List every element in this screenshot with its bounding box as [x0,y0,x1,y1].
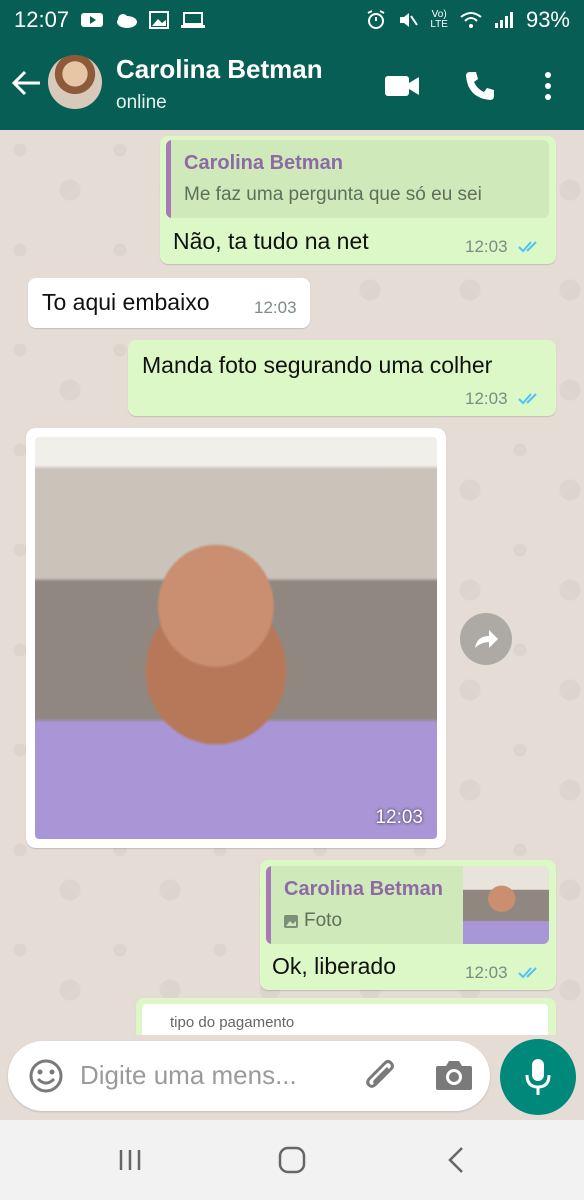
laptop-icon [181,11,206,29]
avatar[interactable] [48,55,102,109]
image-icon [149,11,170,29]
forward-button[interactable] [460,613,512,665]
emoji-icon [29,1059,63,1093]
recent-apps-icon [119,1150,141,1170]
video-call-button[interactable] [382,66,422,106]
status-time: 12:07 [14,7,70,32]
battery-percent: 93% [525,7,570,32]
microphone-icon [525,1059,551,1095]
more-vertical-icon [545,72,551,100]
back-button[interactable] [10,66,44,100]
message-time: 12:03 [465,389,508,408]
voice-call-button[interactable] [460,66,500,106]
alarm-icon [366,10,386,30]
more-options-button[interactable] [528,66,568,106]
quote-text: Foto [304,910,343,931]
quote-text: Me faz uma pergunta que só eu sei [184,184,482,205]
volte-icon: Vo) LTE [430,9,448,30]
read-ticks-icon [518,393,537,405]
paperclip-icon [366,1060,394,1088]
chevron-left-icon [448,1147,463,1173]
mute-icon [398,10,419,30]
forward-icon [475,630,498,648]
emoji-button[interactable] [28,1058,64,1094]
camera-button[interactable] [434,1057,474,1097]
quote-photo-thumbnail [463,866,549,944]
link-preview[interactable]: tipo do pagamento [142,1004,548,1035]
quote-accent-bar [166,140,171,218]
read-ticks-icon [518,241,537,253]
recent-apps-button[interactable] [110,1142,150,1178]
quote-author: Carolina Betman [184,152,343,174]
back-nav-button[interactable] [436,1142,476,1178]
system-navigation-bar [0,1120,584,1200]
photo-icon [284,915,298,928]
message-bubble-outgoing[interactable]: Carolina Betman Me faz uma pergunta que … [160,136,556,264]
message-input-container[interactable] [8,1041,490,1111]
read-ticks-icon [518,967,537,979]
attach-button[interactable] [360,1056,402,1098]
message-time: 12:03 [465,237,508,256]
preview-text: tipo do pagamento [170,1014,295,1031]
voice-message-button[interactable] [500,1039,576,1115]
message-bubble-outgoing[interactable]: Carolina Betman Foto Ok, liberado 12:03 [260,860,556,990]
youtube-icon [81,12,104,28]
compose-bar [0,1035,584,1120]
chat-area[interactable]: Carolina Betman Me faz uma pergunta que … [0,130,584,1035]
message-bubble-outgoing[interactable]: tipo do pagamento [136,998,556,1035]
contact-name[interactable]: Carolina Betman [116,54,323,85]
cloud-icon [115,12,138,28]
home-icon [278,1146,306,1174]
chat-header: Carolina Betman online [0,40,584,130]
message-time: 12:03 [254,298,297,317]
contact-status: online [116,92,167,113]
message-time: 12:03 [375,807,423,828]
message-bubble-outgoing[interactable]: Manda foto segurando uma colher 12:03 [128,340,556,416]
home-button[interactable] [272,1142,312,1178]
quote-author: Carolina Betman [284,878,443,900]
quoted-message[interactable]: Carolina Betman Me faz uma pergunta que … [166,140,549,218]
message-text: Ok, liberado [272,953,397,979]
message-input[interactable] [78,1059,342,1092]
wifi-icon [460,11,482,29]
video-camera-icon [385,76,419,96]
camera-icon [436,1061,472,1090]
quote-accent-bar [266,866,271,944]
photo-message[interactable]: 12:03 [26,428,446,848]
status-bar: 12:07 Vo) LTE 93% [0,0,584,40]
arrow-left-icon [11,70,40,96]
photo-image[interactable]: 12:03 [35,437,437,839]
message-text: Manda foto segurando uma colher [142,352,493,378]
quoted-message[interactable]: Carolina Betman Foto [266,866,549,944]
signal-icon [494,11,514,29]
message-text: Não, ta tudo na net [173,228,369,254]
phone-icon [466,72,494,100]
message-text: To aqui embaixo [42,289,210,315]
message-time: 12:03 [465,963,508,982]
message-bubble-incoming[interactable]: To aqui embaixo 12:03 [28,278,310,328]
